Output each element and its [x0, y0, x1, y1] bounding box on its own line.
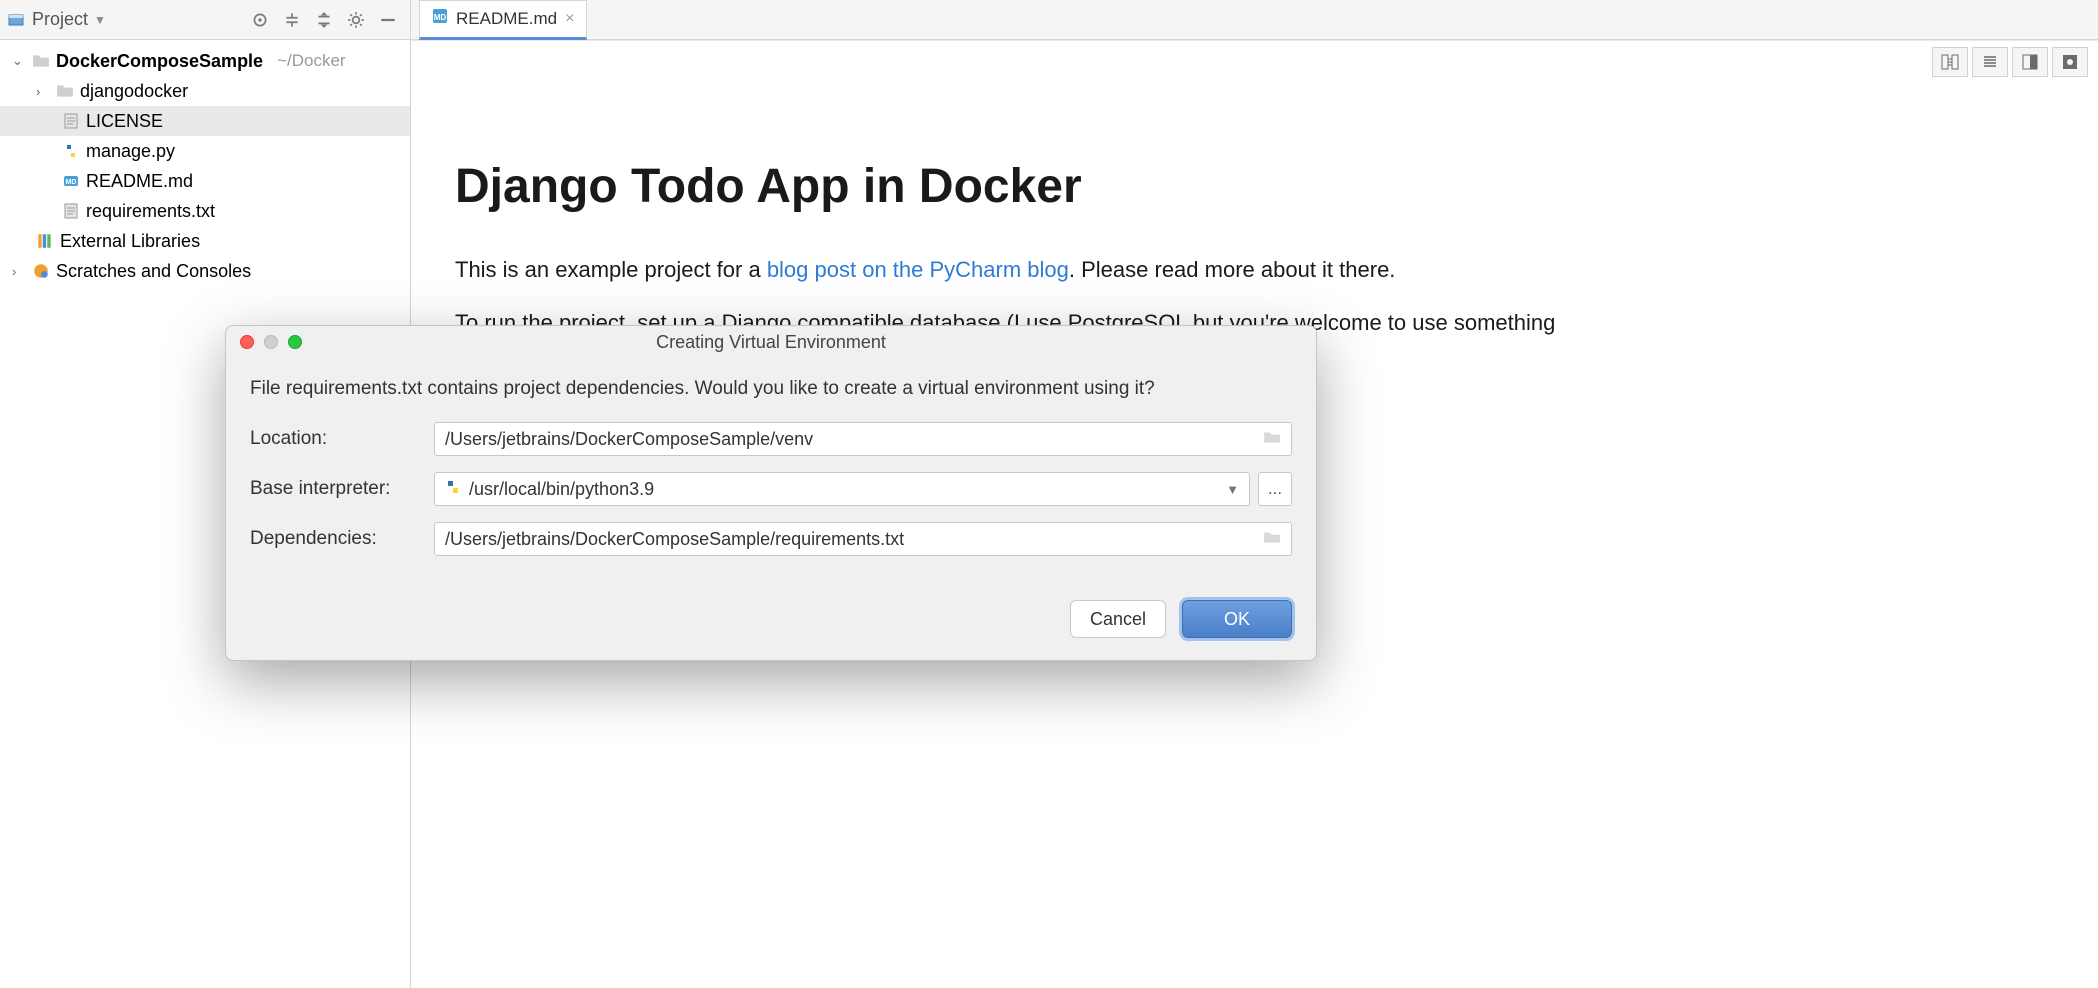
- cancel-button[interactable]: Cancel: [1070, 600, 1166, 638]
- paragraph-text: This is an example project for a: [455, 257, 767, 282]
- dialog-body: File requirements.txt contains project d…: [226, 358, 1316, 582]
- interpreter-value: /usr/local/bin/python3.9: [469, 479, 654, 500]
- tree-item-label: djangodocker: [80, 81, 188, 102]
- chevron-right-icon[interactable]: ›: [36, 84, 50, 99]
- paragraph: This is an example project for a blog po…: [455, 253, 2058, 286]
- gear-icon[interactable]: [342, 6, 370, 34]
- python-icon: [445, 479, 461, 500]
- tree-root-hint: ~/Docker: [277, 51, 346, 71]
- project-tool-window-header: Project ▼: [0, 0, 411, 40]
- location-label: Location:: [250, 428, 434, 450]
- dialog-titlebar[interactable]: Creating Virtual Environment: [226, 326, 1316, 358]
- libraries-icon: [36, 232, 54, 250]
- python-file-icon: [62, 142, 80, 160]
- blog-link[interactable]: blog post on the PyCharm blog: [767, 257, 1069, 282]
- interpreter-browse-button[interactable]: ...: [1258, 472, 1292, 506]
- preview-only-icon[interactable]: [2052, 47, 2088, 77]
- tree-item-manage-py[interactable]: manage.py: [0, 136, 410, 166]
- create-venv-dialog: Creating Virtual Environment File requir…: [225, 325, 1317, 661]
- split-view-icon[interactable]: [2012, 47, 2048, 77]
- dependencies-input[interactable]: /Users/jetbrains/DockerComposeSample/req…: [434, 522, 1292, 556]
- browse-folder-icon[interactable]: [1263, 528, 1281, 551]
- text-file-icon: [62, 112, 80, 130]
- close-window-button[interactable]: [240, 335, 254, 349]
- page-title: Django Todo App in Docker: [455, 151, 2058, 223]
- chevron-down-icon[interactable]: ▼: [94, 13, 106, 27]
- dialog-message: File requirements.txt contains project d…: [250, 378, 1292, 400]
- dependencies-row: Dependencies: /Users/jetbrains/DockerCom…: [250, 522, 1292, 556]
- interpreter-dropdown[interactable]: /usr/local/bin/python3.9 ▼: [434, 472, 1250, 506]
- tree-root-label: DockerComposeSample: [56, 51, 263, 72]
- dialog-footer: Cancel OK: [226, 582, 1316, 660]
- text-file-icon: [62, 202, 80, 220]
- browse-folder-icon[interactable]: [1263, 428, 1281, 451]
- collapse-all-icon[interactable]: [310, 6, 338, 34]
- tree-item-readme[interactable]: MD README.md: [0, 166, 410, 196]
- expand-all-icon[interactable]: [278, 6, 306, 34]
- tree-item-label: Scratches and Consoles: [56, 261, 251, 282]
- dialog-title: Creating Virtual Environment: [226, 332, 1316, 353]
- tree-item-djangodocker[interactable]: › djangodocker: [0, 76, 410, 106]
- chevron-down-icon[interactable]: ⌄: [12, 53, 26, 69]
- tree-item-label: requirements.txt: [86, 201, 215, 222]
- paragraph-text: . Please read more about it there.: [1069, 257, 1396, 282]
- project-icon: [8, 12, 24, 28]
- scratches-icon: [32, 262, 50, 280]
- tree-scratches[interactable]: › Scratches and Consoles: [0, 256, 410, 286]
- tree-item-requirements[interactable]: requirements.txt: [0, 196, 410, 226]
- project-panel-label[interactable]: Project: [32, 9, 88, 30]
- top-bar: Project ▼ MD README.md ×: [0, 0, 2098, 40]
- location-value: /Users/jetbrains/DockerComposeSample/ven…: [445, 429, 813, 450]
- zoom-window-button[interactable]: [288, 335, 302, 349]
- tree-item-label: LICENSE: [86, 111, 163, 132]
- dependencies-label: Dependencies:: [250, 528, 434, 550]
- tree-item-label: External Libraries: [60, 231, 200, 252]
- ok-button[interactable]: OK: [1182, 600, 1292, 638]
- minimize-window-button[interactable]: [264, 335, 278, 349]
- close-icon[interactable]: ×: [565, 10, 574, 28]
- scroll-sync-icon[interactable]: [1932, 47, 1968, 77]
- svg-text:MD: MD: [66, 179, 77, 186]
- hide-icon[interactable]: [374, 6, 402, 34]
- folder-icon: [56, 82, 74, 100]
- chevron-right-icon[interactable]: ›: [12, 264, 26, 279]
- folder-icon: [32, 52, 50, 70]
- interpreter-label: Base interpreter:: [250, 478, 434, 500]
- window-controls: [240, 335, 302, 349]
- tab-readme[interactable]: MD README.md ×: [419, 0, 587, 40]
- tree-item-license[interactable]: LICENSE: [0, 106, 410, 136]
- tree-external-libraries[interactable]: External Libraries: [0, 226, 410, 256]
- tree-root[interactable]: ⌄ DockerComposeSample ~/Docker: [0, 46, 410, 76]
- markdown-file-icon: MD: [62, 172, 80, 190]
- tab-label: README.md: [456, 9, 557, 29]
- location-input[interactable]: /Users/jetbrains/DockerComposeSample/ven…: [434, 422, 1292, 456]
- tree-item-label: manage.py: [86, 141, 175, 162]
- editor-toolbar: [1928, 47, 2088, 77]
- editor-tabs: MD README.md ×: [411, 0, 587, 40]
- markdown-file-icon: MD: [432, 8, 448, 29]
- dependencies-value: /Users/jetbrains/DockerComposeSample/req…: [445, 529, 904, 550]
- chevron-down-icon[interactable]: ▼: [1226, 482, 1239, 497]
- editor-only-icon[interactable]: [1972, 47, 2008, 77]
- svg-text:MD: MD: [434, 13, 447, 22]
- location-row: Location: /Users/jetbrains/DockerCompose…: [250, 422, 1292, 456]
- select-opened-file-icon[interactable]: [246, 6, 274, 34]
- interpreter-row: Base interpreter: /usr/local/bin/python3…: [250, 472, 1292, 506]
- tree-item-label: README.md: [86, 171, 193, 192]
